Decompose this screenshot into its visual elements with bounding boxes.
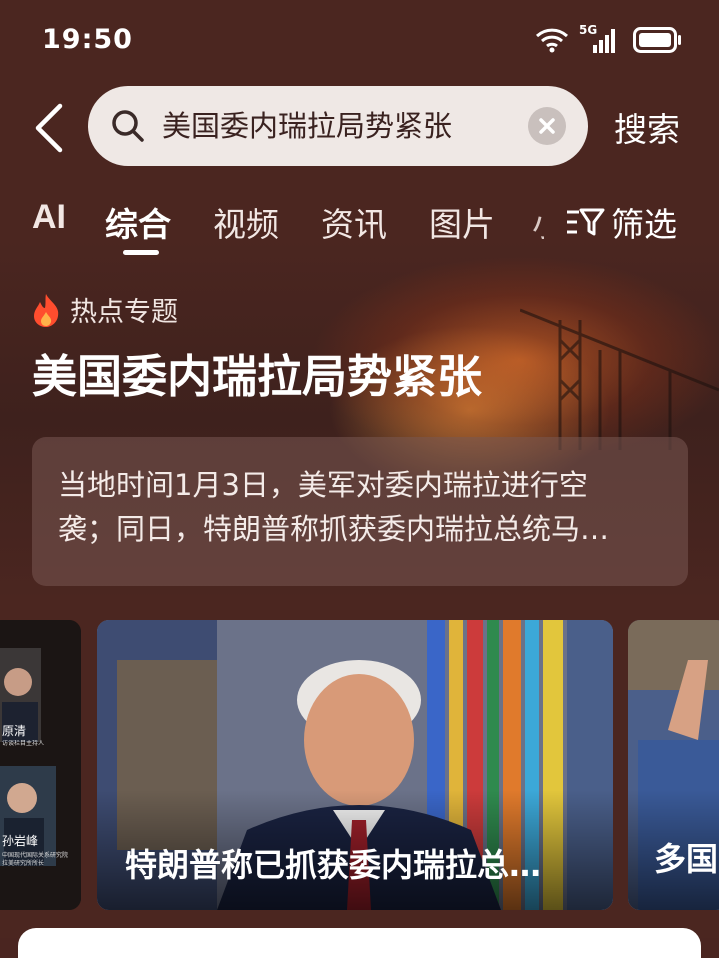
tab-video[interactable]: 视频 (213, 198, 279, 246)
summary-line-2: 袭；同日，特朗普称抓获委内瑞拉总统马… (58, 512, 610, 546)
hero-fire-image (520, 308, 719, 450)
signal-icon: 5G (579, 23, 623, 55)
card-caption: 特朗普称已抓获委内瑞拉总… (125, 846, 542, 884)
search-input[interactable]: 美国委内瑞拉局势紧张 (162, 106, 514, 146)
tab-all[interactable]: 综合 (105, 198, 171, 246)
back-arrow-icon[interactable] (30, 100, 70, 156)
video-card-main[interactable]: 特朗普称已抓获委内瑞拉总… (97, 620, 613, 910)
close-icon (539, 118, 555, 134)
tab-news[interactable]: 资讯 (321, 198, 387, 246)
card-caption: 多国 (654, 840, 719, 878)
guest-name-2: 孙岩峰 (2, 834, 39, 848)
video-card-left[interactable]: 原清 访谈栏目主持人 孙岩峰 中国现代国际关系研究院拉美研究所所长 (0, 620, 81, 910)
clear-search-button[interactable] (528, 107, 566, 145)
topic-title[interactable]: 美国委内瑞拉局势紧张 (32, 340, 482, 405)
hot-topic-label: 热点专题 (30, 290, 178, 329)
guest-title-2: 中国现代国际关系研究院拉美研究所所长 (2, 852, 69, 867)
hot-topic-text: 热点专题 (70, 297, 178, 328)
status-bar: 19:50 5G (0, 0, 719, 80)
tab-bar: AI 综合 视频 资讯 图片 小 筛选 (0, 190, 719, 260)
filter-button[interactable]: 筛选 (565, 198, 677, 246)
wifi-icon (535, 28, 569, 53)
battery-icon (633, 27, 681, 53)
search-button[interactable]: 搜索 (614, 103, 680, 151)
search-icon (112, 110, 144, 142)
flame-icon (34, 293, 59, 327)
tab-ai[interactable]: AI (32, 198, 66, 237)
status-icons: 5G (535, 23, 683, 56)
bottom-panel (18, 928, 701, 958)
filter-icon (567, 208, 605, 236)
status-time: 19:50 (42, 24, 133, 55)
topic-summary[interactable]: 当地时间1月3日，美军对委内瑞拉进行空 袭；同日，特朗普称抓获委内瑞拉总统马… (32, 437, 688, 586)
video-card-right[interactable]: 多国 (628, 620, 719, 910)
active-tab-indicator (123, 250, 159, 255)
guest-title-1: 访谈栏目主持人 (2, 740, 45, 747)
summary-line-1: 当地时间1月3日，美军对委内瑞拉进行空 (58, 468, 588, 502)
tab-more[interactable]: 小 (532, 198, 544, 246)
search-bar[interactable]: 美国委内瑞拉局势紧张 (88, 86, 588, 166)
tab-images[interactable]: 图片 (429, 198, 495, 246)
filter-label: 筛选 (611, 205, 677, 244)
guest-name-1: 原清 (2, 724, 27, 738)
